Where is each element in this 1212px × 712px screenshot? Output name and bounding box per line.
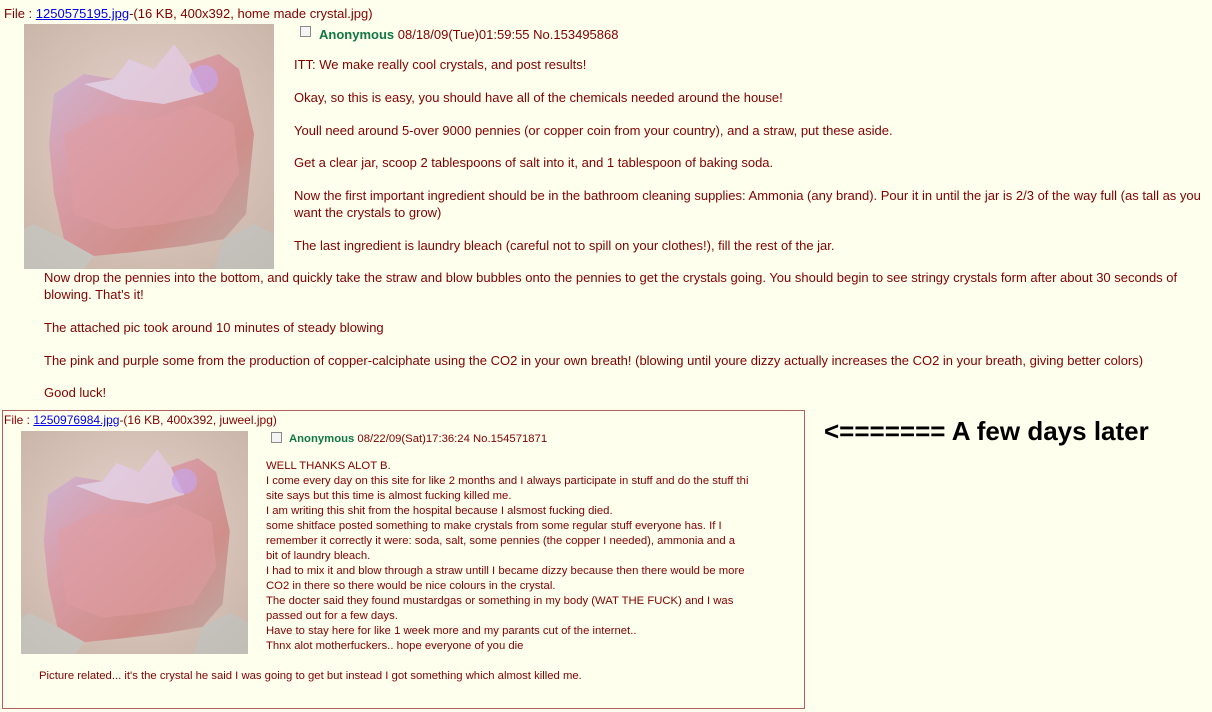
annotation-text: <======= A few days later	[824, 416, 1149, 446]
op-header: Anonymous 08/18/09(Tue)01:59:55 No.15349…	[319, 27, 618, 42]
reply-header: Anonymous 08/22/09(Sat)17:36:24 No.15457…	[289, 433, 547, 445]
reply-poster-name: Anonymous	[289, 433, 355, 445]
reply-line: I had to mix it and blow through a straw…	[266, 565, 745, 577]
op-select-checkbox[interactable]	[300, 26, 311, 37]
op-paragraph: The pink and purple some from the produc…	[44, 353, 1144, 368]
reply-line: bit of laundry bleach.	[266, 550, 371, 562]
crystal-image	[24, 24, 274, 269]
reply-file-link[interactable]: 1250976984.jpg	[33, 413, 119, 427]
reply-line: site says but this time is almost fuckin…	[266, 490, 512, 502]
reply-line: Thnx alot motherfuckers.. hope everyone …	[266, 640, 524, 652]
reply-select-checkbox[interactable]	[271, 432, 282, 443]
op-paragraph: The last ingredient is laundry bleach (c…	[294, 238, 835, 253]
reply-line: I am writing this shit from the hospital…	[266, 505, 613, 517]
op-paragraph: Youll need around 5-over 9000 pennies (o…	[294, 123, 893, 138]
op-post-number[interactable]: No.153495868	[533, 27, 618, 42]
op-file-line: File : 1250575195.jpg-(16 KB, 400x392, h…	[4, 6, 373, 21]
op-paragraph: Okay, so this is easy, you should have a…	[294, 90, 783, 105]
op-paragraph: Get a clear jar, scoop 2 tablespoons of …	[294, 155, 774, 170]
op-paragraph: The attached pic took around 10 minutes …	[44, 320, 384, 335]
reply-thumbnail[interactable]	[21, 431, 248, 654]
reply-footer-line: Picture related... it's the crystal he s…	[39, 670, 582, 682]
reply-post-number[interactable]: No.154571871	[473, 433, 547, 445]
reply-line: CO2 in there so there would be nice colo…	[266, 580, 556, 592]
op-file-link[interactable]: 1250575195.jpg	[36, 6, 129, 21]
reply-line: The docter said they found mustardgas or…	[266, 595, 734, 607]
reply-line: some shitface posted something to make c…	[266, 520, 722, 532]
op-paragraph: Good luck!	[44, 385, 107, 400]
op-poster-name: Anonymous	[319, 27, 395, 42]
reply-line: remember it correctly it were: soda, sal…	[266, 535, 736, 547]
op-paragraph: Now the first important ingredient shoul…	[294, 188, 1201, 220]
op-paragraph: Now drop the pennies into the bottom, an…	[44, 270, 1178, 302]
op-paragraph: ITT: We make really cool crystals, and p…	[294, 57, 587, 72]
reply-datetime: 08/22/09(Sat)17:36:24	[357, 433, 470, 445]
crystal-image	[21, 431, 248, 654]
reply-line: passed out for a few days.	[266, 610, 398, 622]
op-thumbnail[interactable]	[24, 24, 274, 269]
reply-file-line: File : 1250976984.jpg-(16 KB, 400x392, j…	[4, 413, 277, 427]
reply-line: WELL THANKS ALOT B.	[266, 460, 391, 472]
reply-body: WELL THANKS ALOT B. I come every day on …	[266, 459, 796, 654]
reply-line: Have to stay here for like 1 week more a…	[266, 625, 637, 637]
reply-line: I come every day on this site for like 2…	[266, 475, 749, 487]
op-datetime: 08/18/09(Tue)01:59:55	[397, 27, 530, 42]
